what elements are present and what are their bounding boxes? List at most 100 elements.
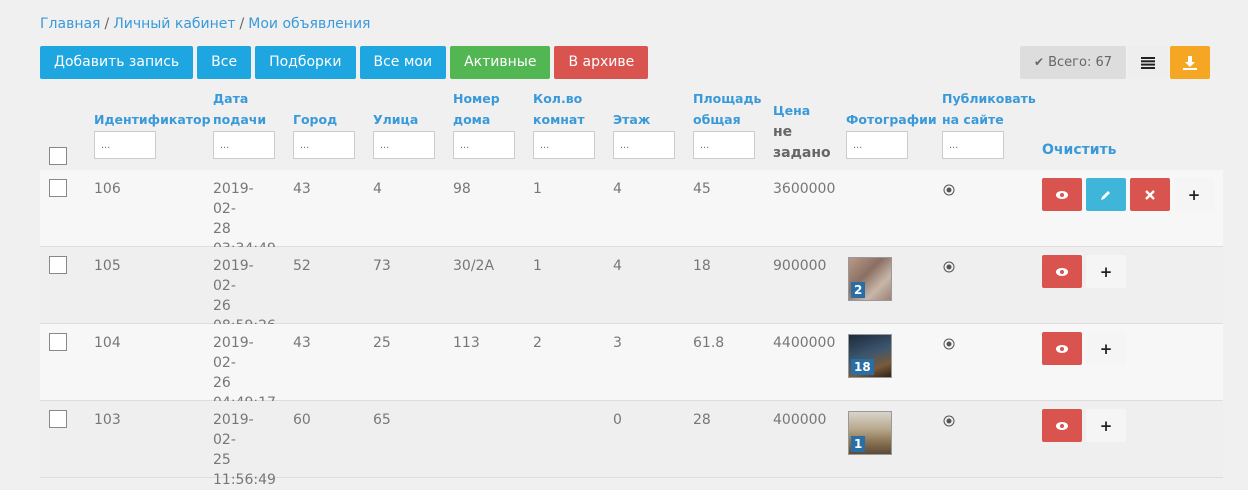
listing-photo[interactable]: 1 xyxy=(848,411,892,455)
cell-house: 98 xyxy=(453,181,471,197)
row-checkbox[interactable] xyxy=(49,410,67,428)
header-publish-line1: Публиковать xyxy=(942,91,1036,106)
eye-icon xyxy=(1056,421,1068,430)
cell-floor: 0 xyxy=(613,412,622,428)
header-area[interactable]: Площадь общая xyxy=(693,88,761,130)
header-street[interactable]: Улица xyxy=(373,109,418,130)
cell-id: 105 xyxy=(94,258,121,274)
cell-street: 4 xyxy=(373,181,382,197)
active-button[interactable]: Активные xyxy=(450,46,551,79)
cell-area: 18 xyxy=(693,258,711,274)
header-date[interactable]: Дата подачи xyxy=(213,88,266,130)
header-publish[interactable]: Публиковать на сайте xyxy=(942,88,1036,130)
header-photos[interactable]: Фотографии xyxy=(846,109,937,130)
all-mine-button[interactable]: Все мои xyxy=(359,46,447,79)
radio-icon[interactable] xyxy=(943,184,955,196)
right-toolbar: ✔ Всего: 67 xyxy=(1020,46,1210,79)
add-button[interactable]: + xyxy=(1174,178,1214,211)
filter-rooms-input[interactable] xyxy=(533,131,595,159)
row-checkbox[interactable] xyxy=(49,256,67,274)
header-floor[interactable]: Этаж xyxy=(613,109,650,130)
plus-icon: + xyxy=(1099,262,1113,281)
listing-photo[interactable]: 18 xyxy=(848,334,892,378)
header-house-line1: Номер xyxy=(453,91,500,106)
view-button[interactable] xyxy=(1042,255,1082,288)
header-house-line2: дома xyxy=(453,112,491,127)
view-button[interactable] xyxy=(1042,409,1082,442)
filter-photos-input[interactable] xyxy=(846,131,908,159)
add-button[interactable]: + xyxy=(1086,255,1126,288)
header-price[interactable]: Цена не задано xyxy=(773,100,831,163)
filter-street-input[interactable] xyxy=(373,131,435,159)
filter-publish-input[interactable] xyxy=(942,131,1004,159)
header-id[interactable]: Идентификатор xyxy=(94,109,211,130)
cell-street: 65 xyxy=(373,412,391,428)
row-actions: + xyxy=(1042,332,1126,365)
row-checkbox[interactable] xyxy=(49,179,67,197)
cell-area: 45 xyxy=(693,181,711,197)
filter-date-input[interactable] xyxy=(213,131,275,159)
filter-area-input[interactable] xyxy=(693,131,755,159)
header-publish-line2: на сайте xyxy=(942,112,1004,127)
cell-floor: 4 xyxy=(613,258,622,274)
header-date-line2: подачи xyxy=(213,112,267,127)
edit-button[interactable] xyxy=(1086,178,1126,211)
photo-count-badge: 1 xyxy=(851,436,866,452)
breadcrumb-current[interactable]: Мои объявления xyxy=(248,16,370,32)
table-header: Идентификатор Дата подачи Город Улица Ном… xyxy=(40,86,1223,171)
plus-icon: + xyxy=(1099,339,1113,358)
cell-city: 60 xyxy=(293,412,311,428)
radio-icon[interactable] xyxy=(943,261,955,273)
breadcrumb-account[interactable]: Личный кабинет xyxy=(113,16,235,32)
view-button[interactable] xyxy=(1042,332,1082,365)
cell-city: 43 xyxy=(293,335,311,351)
header-rooms[interactable]: Кол.во комнат xyxy=(533,88,585,130)
breadcrumb-home[interactable]: Главная xyxy=(40,16,100,32)
photo-count-badge: 18 xyxy=(851,359,874,375)
filter-city-input[interactable] xyxy=(293,131,355,159)
clear-filters-link[interactable]: Очистить xyxy=(1042,142,1117,158)
select-all-checkbox[interactable] xyxy=(49,147,67,165)
delete-button[interactable] xyxy=(1130,178,1170,211)
radio-icon[interactable] xyxy=(943,415,955,427)
cell-street: 25 xyxy=(373,335,391,351)
date-part: 26 xyxy=(213,298,231,314)
listing-photo[interactable]: 2 xyxy=(848,257,892,301)
header-date-line1: Дата xyxy=(213,91,249,106)
archive-button[interactable]: В архиве xyxy=(554,46,649,79)
price-not-set-line2: задано xyxy=(773,145,831,161)
cell-floor: 4 xyxy=(613,181,622,197)
header-house[interactable]: Номер дома xyxy=(453,88,500,130)
header-rooms-line2: комнат xyxy=(533,112,585,127)
time-part: 11:56:49 xyxy=(213,472,276,488)
collections-button[interactable]: Подборки xyxy=(255,46,356,79)
eye-icon xyxy=(1056,267,1068,276)
header-area-line1: Площадь xyxy=(693,91,762,106)
cell-price: 900000 xyxy=(773,258,827,274)
list-view-button[interactable] xyxy=(1128,46,1168,79)
add-button[interactable]: + xyxy=(1086,332,1126,365)
breadcrumb-separator: / xyxy=(239,16,245,32)
header-rooms-line1: Кол.во xyxy=(533,91,583,106)
pencil-icon xyxy=(1101,190,1110,200)
header-city[interactable]: Город xyxy=(293,109,337,130)
download-button[interactable] xyxy=(1170,46,1210,79)
radio-icon[interactable] xyxy=(943,338,955,350)
download-icon xyxy=(1183,55,1197,70)
row-actions: + xyxy=(1042,409,1126,442)
filter-floor-input[interactable] xyxy=(613,131,675,159)
view-button[interactable] xyxy=(1042,178,1082,211)
price-not-set-line1: не xyxy=(773,124,793,140)
add-record-button[interactable]: Добавить запись xyxy=(40,46,194,79)
filter-id-input[interactable] xyxy=(94,131,156,159)
cell-city: 43 xyxy=(293,181,311,197)
add-button[interactable]: + xyxy=(1086,409,1126,442)
filter-house-input[interactable] xyxy=(453,131,515,159)
cell-house: 30/2А xyxy=(453,258,495,274)
table-row: 104 2019-02-2604:49:17 43 25 113 2 3 61.… xyxy=(40,324,1223,411)
photo-count-badge: 2 xyxy=(851,282,866,298)
filter-all-button[interactable]: Все xyxy=(197,46,252,79)
row-checkbox[interactable] xyxy=(49,333,67,351)
cell-price: 4400000 xyxy=(773,335,836,351)
plus-icon: + xyxy=(1187,185,1201,204)
